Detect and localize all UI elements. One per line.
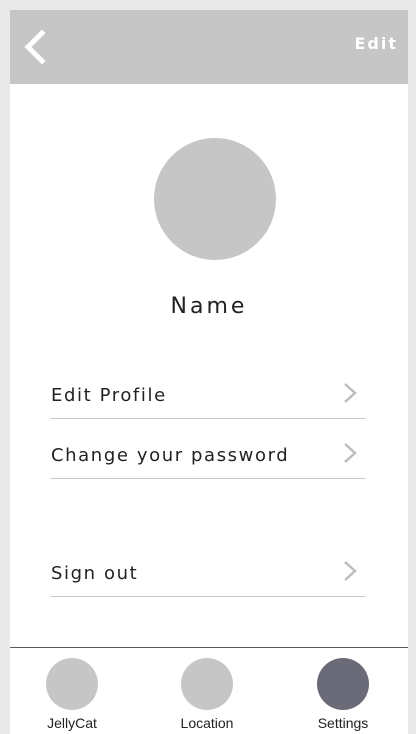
tab-circle-icon [46,658,98,710]
tab-jellycat[interactable]: JellyCat [22,648,122,734]
chevron-left-icon [22,30,48,64]
tab-location[interactable]: Location [157,648,257,734]
chevron-right-icon [342,442,358,464]
tab-label: JellyCat [47,715,97,731]
top-app-bar: Edit [10,10,408,84]
menu-item-label: Sign out [51,563,139,584]
back-button[interactable] [22,30,48,64]
menu-item-label: Change your password [51,445,290,466]
chevron-right-icon [342,382,358,404]
menu-item-edit-profile[interactable]: Edit Profile [50,360,366,419]
tab-circle-icon [317,658,369,710]
chevron-right-icon [342,560,358,582]
profile-name: Name [170,294,248,319]
tab-circle-icon [181,658,233,710]
bottom-tab-bar: JellyCat Location Settings [10,647,408,734]
settings-screen: Edit Name Edit Profile Change your passw… [10,10,408,734]
tab-label: Location [180,715,234,731]
tab-label: Settings [317,715,369,731]
avatar [154,138,276,260]
menu-item-sign-out[interactable]: Sign out [50,538,366,597]
edit-button[interactable]: Edit [354,34,398,53]
tab-settings[interactable]: Settings [293,648,393,734]
menu-item-change-password[interactable]: Change your password [50,420,366,479]
menu-item-label: Edit Profile [51,385,167,406]
